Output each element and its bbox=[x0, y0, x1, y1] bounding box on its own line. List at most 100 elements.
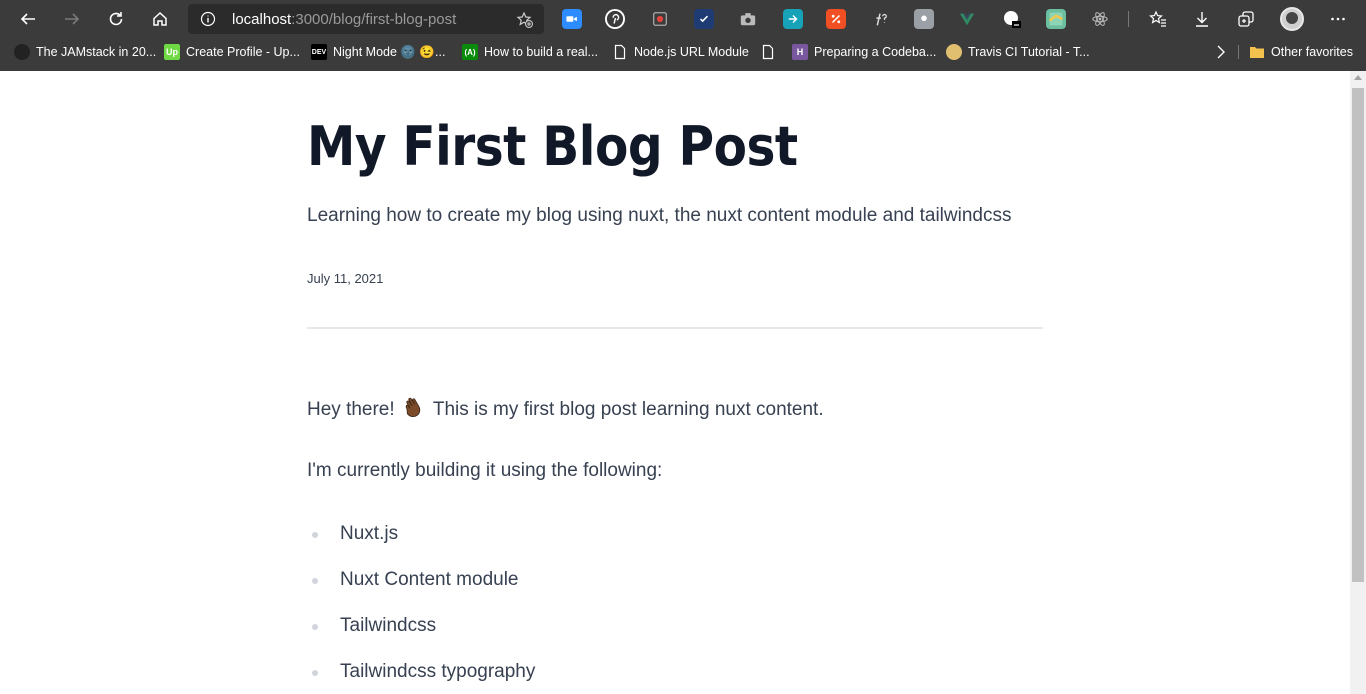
pinterest-extension-icon[interactable] bbox=[605, 9, 625, 29]
camera-icon bbox=[566, 16, 577, 22]
page-scrollbar[interactable] bbox=[1350, 71, 1366, 694]
vue-devtools-extension-icon[interactable] bbox=[957, 9, 977, 29]
pinterest-icon bbox=[606, 10, 624, 28]
bullet-icon bbox=[312, 670, 318, 676]
collections-icon bbox=[1238, 11, 1254, 27]
favorites-bar: The JAMstack in 20... Up Create Profile … bbox=[0, 40, 1366, 64]
url-host: localhost bbox=[232, 11, 292, 28]
upwork-icon: Up bbox=[164, 44, 180, 60]
font-question-icon bbox=[876, 13, 887, 26]
chevron-right-icon[interactable] bbox=[1212, 43, 1230, 61]
list-item-text: Tailwindcss typography bbox=[340, 661, 536, 682]
divider bbox=[307, 327, 1043, 329]
screen-recorder-extension-icon[interactable] bbox=[650, 9, 670, 29]
todo-extension-icon[interactable] bbox=[694, 9, 714, 29]
settings-menu-button[interactable] bbox=[1327, 8, 1349, 30]
toolbar-separator bbox=[1128, 11, 1129, 27]
other-favorites[interactable]: Other favorites bbox=[1249, 40, 1353, 64]
bookmark-label: Node.js URL Module bbox=[634, 45, 749, 59]
home-button[interactable] bbox=[145, 5, 175, 33]
bookmark-nodejs-url[interactable]: Node.js URL Module bbox=[612, 40, 749, 64]
percent-icon bbox=[831, 14, 841, 24]
bullet-icon bbox=[312, 578, 318, 584]
favorites-icon bbox=[1149, 10, 1166, 27]
dev-icon: DEV bbox=[311, 44, 327, 60]
page-icon bbox=[762, 44, 774, 60]
arrow-right-icon bbox=[65, 13, 80, 25]
dark-mode-extension-icon[interactable] bbox=[1002, 9, 1022, 29]
freecodecamp-icon: (A) bbox=[462, 44, 478, 60]
arrow-left-icon bbox=[20, 13, 35, 25]
bookmark-heroku[interactable]: H Preparing a Codeba... bbox=[792, 40, 936, 64]
vue-icon bbox=[959, 13, 975, 26]
record-icon bbox=[653, 12, 667, 26]
collections-button[interactable] bbox=[1235, 8, 1257, 30]
forward-arrow-icon bbox=[788, 15, 798, 23]
react-devtools-extension-icon[interactable] bbox=[1090, 9, 1110, 29]
page-icon bbox=[614, 44, 626, 60]
refresh-button[interactable] bbox=[101, 5, 131, 33]
share-extension-icon[interactable] bbox=[783, 9, 803, 29]
url-text[interactable]: localhost:3000/blog/first-blog-post bbox=[232, 11, 456, 28]
other-favorites-label: Other favorites bbox=[1271, 45, 1353, 59]
bookmark-label: How to build a real... bbox=[484, 45, 598, 59]
post-description: Learning how to create my blog using nux… bbox=[307, 205, 1012, 226]
browser-chrome: localhost:3000/blog/first-blog-post The … bbox=[0, 0, 1366, 71]
scrollbar-thumb[interactable] bbox=[1352, 88, 1364, 582]
home-icon bbox=[153, 11, 167, 26]
maps-extension-icon[interactable] bbox=[1046, 9, 1066, 29]
bookmark-upwork[interactable]: Up Create Profile - Up... bbox=[164, 40, 300, 64]
bookmark-travis[interactable]: Travis CI Tutorial - T... bbox=[946, 40, 1090, 64]
bookmark-untitled[interactable] bbox=[760, 40, 776, 64]
bookmarks-separator bbox=[1238, 45, 1239, 59]
scroll-up-arrow-icon[interactable] bbox=[1354, 75, 1362, 80]
url-path: :3000/blog/first-blog-post bbox=[291, 11, 457, 28]
bookmark-night-mode[interactable]: DEV Night Mode 🌚 😉... bbox=[311, 40, 445, 64]
list-item-text: Nuxt Content module bbox=[340, 569, 519, 590]
back-button[interactable] bbox=[13, 5, 43, 33]
folder-icon bbox=[1250, 47, 1264, 58]
more-horizontal-icon bbox=[1331, 17, 1345, 21]
bookmark-freecodecamp[interactable]: (A) How to build a real... bbox=[462, 40, 598, 64]
moon-icon bbox=[1004, 11, 1021, 28]
percent-extension-icon[interactable] bbox=[826, 9, 846, 29]
list-item-text: Nuxt.js bbox=[340, 523, 399, 544]
travis-icon bbox=[946, 44, 962, 60]
refresh-icon bbox=[109, 12, 123, 26]
bookmark-label: Travis CI Tutorial - T... bbox=[968, 45, 1090, 59]
bookmark-label: Preparing a Codeba... bbox=[814, 45, 937, 59]
download-icon bbox=[1196, 12, 1208, 27]
address-bar[interactable]: localhost:3000/blog/first-blog-post bbox=[188, 4, 544, 34]
list-item-text: Tailwindcss bbox=[340, 615, 437, 636]
square-icon bbox=[921, 15, 927, 22]
building-intro-paragraph: I'm currently building it using the foll… bbox=[307, 460, 663, 481]
screenshot-extension-icon[interactable] bbox=[738, 9, 758, 29]
check-icon bbox=[699, 15, 709, 23]
font-extension-icon[interactable] bbox=[870, 9, 890, 29]
circle-icon bbox=[14, 44, 30, 60]
waving-hand-icon bbox=[405, 397, 421, 417]
favorites-button[interactable] bbox=[1147, 8, 1169, 30]
heroku-icon: H bbox=[792, 44, 808, 60]
bookmark-label: Create Profile - Up... bbox=[186, 45, 300, 59]
camera-icon bbox=[740, 13, 756, 26]
bookmark-label: The JAMstack in 20... bbox=[36, 45, 157, 59]
post-title: My First Blog Post bbox=[307, 115, 798, 178]
bookmark-jamstack[interactable]: The JAMstack in 20... bbox=[14, 40, 156, 64]
add-favorite-icon[interactable] bbox=[516, 11, 534, 29]
browser-toolbar: localhost:3000/blog/first-blog-post bbox=[0, 0, 1366, 38]
bookmark-label: Night Mode 🌚 😉... bbox=[333, 44, 446, 59]
bullet-icon bbox=[312, 532, 318, 538]
bullet-icon bbox=[312, 624, 318, 630]
gray-extension-icon[interactable] bbox=[914, 9, 934, 29]
zoom-extension-icon[interactable] bbox=[562, 9, 582, 29]
intro-text-start: Hey there! bbox=[307, 399, 395, 420]
profile-avatar[interactable] bbox=[1280, 7, 1304, 31]
info-icon[interactable] bbox=[200, 11, 216, 27]
post-date: July 11, 2021 bbox=[307, 271, 384, 286]
intro-paragraph: Hey there! This is my first blog post le… bbox=[307, 397, 824, 421]
forward-button[interactable] bbox=[57, 5, 87, 33]
react-icon bbox=[1092, 12, 1108, 26]
page-content: My First Blog Post Learning how to creat… bbox=[0, 71, 1350, 694]
downloads-button[interactable] bbox=[1191, 8, 1213, 30]
